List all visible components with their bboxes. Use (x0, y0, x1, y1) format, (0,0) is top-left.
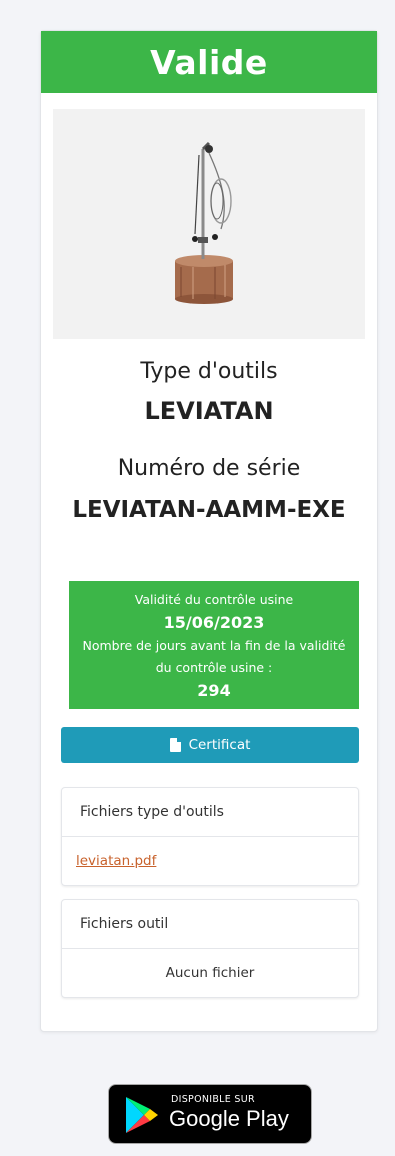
file-link[interactable]: leviatan.pdf (62, 853, 156, 869)
google-play-icon (126, 1097, 158, 1133)
status-header: Valide (41, 31, 377, 93)
tool-type-files-panel: Fichiers type d'outils leviatan.pdf (61, 787, 359, 886)
validity-date: 15/06/2023 (163, 613, 265, 632)
tool-card: Valide Type d'outils LEVIATAN Numéro de … (40, 30, 378, 1032)
tool-files-title: Fichiers outil (62, 900, 358, 949)
store-badge-big: Google Play (169, 1106, 289, 1131)
tool-type-value: LEVIATAN (144, 397, 274, 425)
tool-type-label: Type d'outils (140, 359, 278, 384)
certificate-button[interactable]: Certificat (61, 727, 359, 763)
serial-number-value: LEVIATAN-AAMM-EXE (72, 497, 346, 523)
days-remaining-label: Nombre de jours avant la fin de la valid… (82, 638, 346, 675)
tool-files-panel: Fichiers outil Aucun fichier (61, 899, 359, 998)
tool-type-files-title: Fichiers type d'outils (62, 788, 358, 837)
tool-photo (53, 109, 365, 339)
no-files-text: Aucun fichier (165, 965, 255, 981)
store-badge-small: DISPONIBLE SUR (171, 1094, 255, 1105)
certificate-label: Certificat (188, 737, 251, 753)
pdf-icon (169, 738, 181, 752)
validity-box: Validité du contrôle usine 15/06/2023 No… (69, 581, 359, 709)
validity-title: Validité du contrôle usine (134, 592, 294, 607)
serial-number-label: Numéro de série (117, 456, 301, 481)
days-remaining-value: 294 (197, 681, 231, 700)
google-play-badge[interactable]: DISPONIBLE SUR Google Play (108, 1084, 312, 1144)
